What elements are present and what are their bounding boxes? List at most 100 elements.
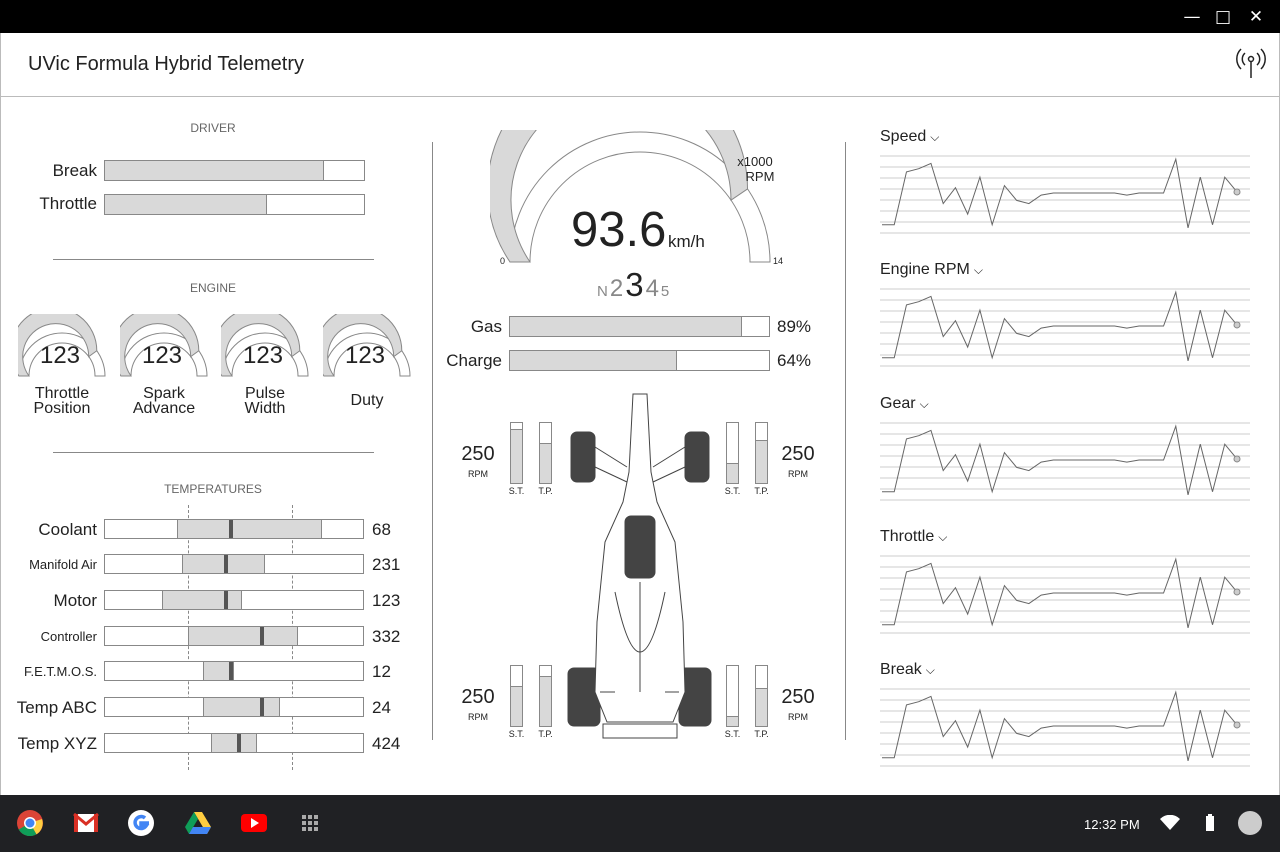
chart-title-text: Throttle [880, 528, 935, 545]
temp-range [177, 520, 322, 538]
chevron-down-icon: ⌵ [930, 130, 940, 144]
wheel-tp-fill [540, 443, 551, 483]
window-titlebar: — □ ✕ [0, 0, 1280, 33]
minimize-button[interactable]: — [1179, 4, 1205, 30]
wheel-rpm-value: 250 [461, 443, 495, 465]
wheel-tp-label: T.P. [538, 486, 553, 496]
app-launcher-icon[interactable] [296, 809, 324, 837]
engine-gauge-label: Position [33, 400, 91, 417]
chart-title-text: Engine RPM [880, 261, 970, 278]
rpm-max-label: 14 [773, 256, 784, 266]
temp-marker [224, 591, 229, 609]
engine-gauge-value: 123 [141, 342, 183, 369]
divider [432, 142, 433, 740]
temp-marker [229, 662, 234, 680]
break-label: Break [52, 161, 97, 180]
energy-value: 89% [777, 317, 812, 336]
engine-gauge-value: 123 [344, 342, 386, 369]
app-title: UVic Formula Hybrid Telemetry [28, 53, 305, 75]
chevron-down-icon: ⌵ [973, 263, 983, 277]
wheel-tp-fill [756, 440, 767, 483]
energy-bar [509, 350, 770, 371]
wheel-st-bar [510, 422, 523, 484]
wheel-st-label: S.T. [508, 486, 525, 496]
close-button[interactable]: ✕ [1243, 4, 1269, 30]
drive-icon[interactable] [184, 809, 212, 837]
throttle-bar-fill [105, 195, 267, 214]
rpm-scale-label: x1000 [737, 154, 773, 169]
speed-value: 93.6 [571, 203, 667, 257]
wifi-icon[interactable] [1160, 815, 1180, 831]
engine-gauge-label: Throttle [34, 385, 90, 402]
wheel-st-bar [510, 665, 523, 727]
chart-series-line [882, 157, 1238, 229]
temp-marker [260, 627, 265, 645]
engine-gauge-label: Pulse [244, 385, 286, 402]
chart-title-text: Break [880, 661, 922, 678]
temp-label: Temp XYZ [17, 734, 97, 753]
temp-value: 424 [372, 734, 401, 753]
driver-section-title: DRIVER [190, 121, 236, 135]
youtube-icon[interactable] [240, 809, 268, 837]
energy-label: Gas [470, 317, 502, 336]
divider [845, 142, 846, 740]
wheel-rpm-value: 250 [461, 686, 495, 708]
gmail-icon[interactable] [72, 809, 100, 837]
temp-label: Temp ABC [16, 698, 97, 717]
wheel-tp-fill [756, 687, 767, 726]
chevron-down-icon: ⌵ [925, 663, 935, 677]
temp-range [187, 627, 299, 645]
chart-latest-point [1233, 455, 1241, 463]
temp-value: 24 [372, 698, 391, 717]
maximize-button[interactable]: □ [1210, 4, 1236, 30]
temp-marker [229, 520, 234, 538]
temp-range [203, 698, 281, 716]
throttle-label: Throttle [39, 194, 97, 213]
chart-title-dropdown[interactable]: Break ⌵ [880, 661, 935, 679]
chart-title-dropdown[interactable]: Throttle ⌵ [880, 528, 947, 546]
wheel-tp-label: T.P. [754, 486, 769, 496]
wheel-rpm-value: 250 [781, 686, 815, 708]
throttle-bar [104, 194, 365, 215]
temp-bar [104, 519, 364, 539]
energy-label: Charge [446, 351, 502, 370]
engine-gauge-label: Advance [132, 400, 196, 417]
wheel-tp-label: T.P. [754, 729, 769, 739]
chart-latest-point [1233, 721, 1241, 729]
wheel-st-label: S.T. [724, 729, 741, 739]
temp-bar [104, 697, 364, 717]
temp-bar [104, 626, 364, 646]
wheel-tp-bar [755, 422, 768, 484]
wheel-tp-bar [539, 422, 552, 484]
account-avatar[interactable] [1238, 811, 1262, 835]
chart-title-text: Speed [880, 128, 927, 145]
chevron-down-icon: ⌵ [919, 397, 929, 411]
chart-title-dropdown[interactable]: Gear ⌵ [880, 395, 929, 413]
temp-bar [104, 661, 364, 681]
google-icon[interactable] [127, 809, 155, 837]
app-header: UVic Formula Hybrid Telemetry [1, 33, 1279, 97]
telemetry-antenna-icon[interactable] [1233, 45, 1269, 81]
chart-title-dropdown[interactable]: Engine RPM ⌵ [880, 261, 983, 279]
rpm-min-label: 0 [500, 256, 506, 266]
chart-series-line [882, 290, 1238, 362]
wheel-rpm-unit: RPM [468, 712, 488, 722]
rpm-unit-label: RPM [745, 169, 775, 184]
temp-label: Coolant [38, 520, 97, 539]
chart-series-line [882, 557, 1238, 629]
clock[interactable]: 12:32 PM [1084, 817, 1140, 832]
chart-title-dropdown[interactable]: Speed ⌵ [880, 128, 939, 146]
engine-gauge-value: 123 [39, 342, 81, 369]
line-chart [880, 288, 1250, 367]
wheel-rpm-value: 250 [781, 443, 815, 465]
temp-value: 231 [372, 555, 401, 574]
car-diagram [567, 393, 712, 739]
battery-icon[interactable] [1205, 814, 1215, 832]
chart-series-line [882, 690, 1238, 762]
gear-2: 2 [609, 275, 624, 302]
temp-value: 332 [372, 627, 401, 646]
chart-latest-point [1233, 588, 1241, 596]
gear-indicator: N234 5 [597, 266, 687, 303]
temp-label: F.E.T.M.O.S. [24, 664, 97, 679]
chrome-icon[interactable] [16, 809, 44, 837]
